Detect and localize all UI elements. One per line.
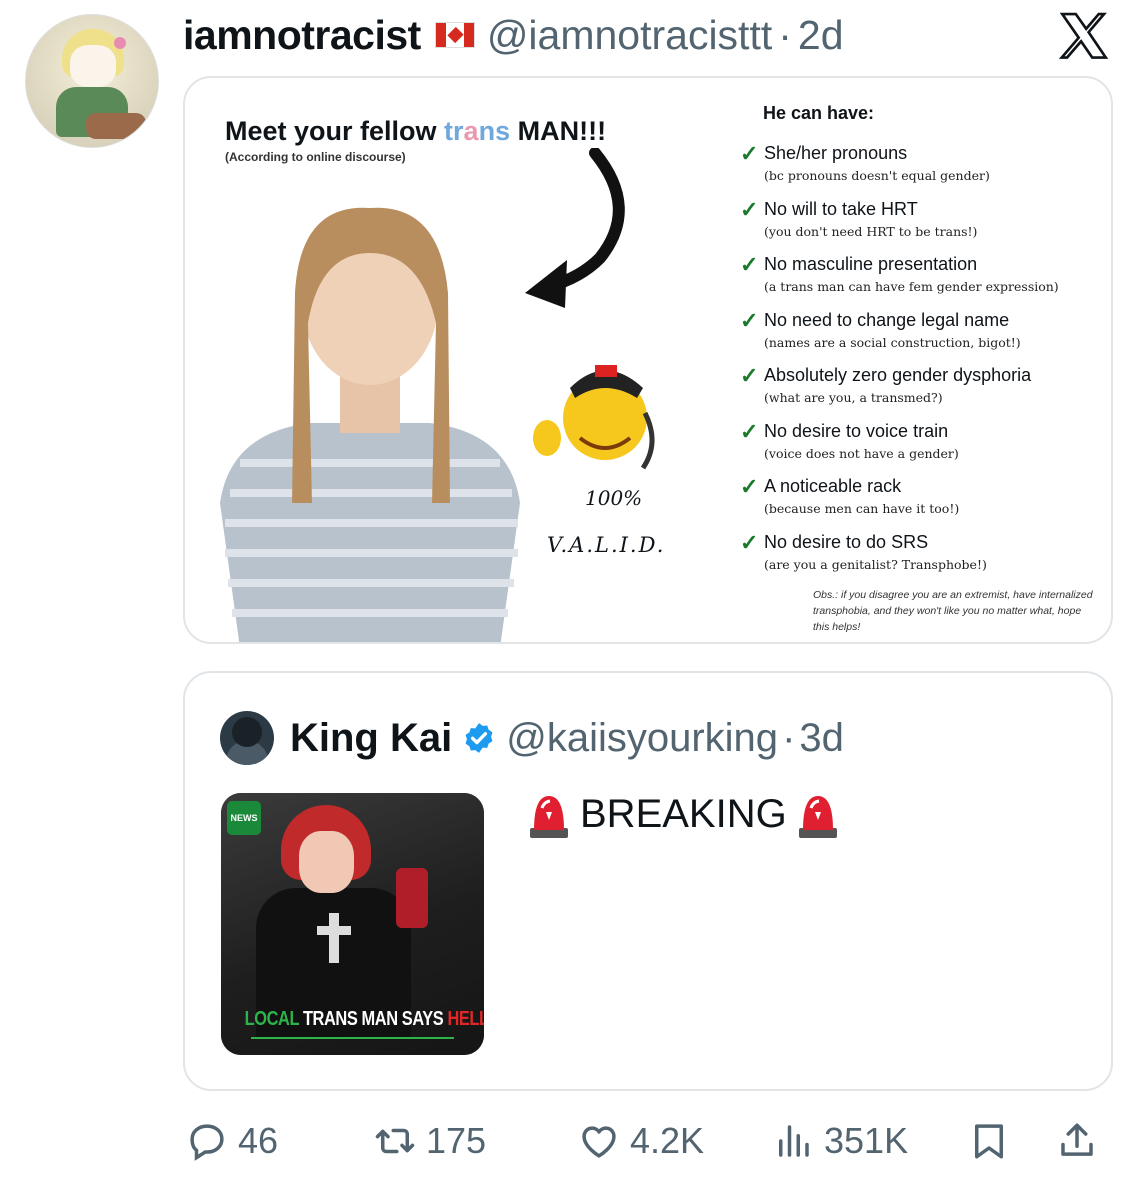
meme-footnote: Obs.: if you disagree you are an extremi…	[813, 589, 1093, 633]
views-button[interactable]: 351K	[772, 1115, 908, 1167]
canada-flag-icon	[434, 22, 475, 48]
list-item: ✓ No need to change legal name (names are …	[740, 307, 1021, 350]
quote-author-avatar[interactable]	[220, 711, 274, 765]
like-button[interactable]: 4.2K	[578, 1115, 704, 1167]
share-icon	[1061, 1123, 1093, 1156]
author-handle[interactable]: @iamnotracisttt	[487, 12, 772, 59]
repost-count: 175	[426, 1120, 487, 1161]
list-item: ✓ Absolutely zero gender dysphoria (what a…	[740, 363, 1032, 405]
share-button[interactable]	[1056, 1115, 1108, 1167]
author-name[interactable]: iamnotracist	[183, 12, 421, 59]
list-item: ✓ No masculine presentation (a trans man c…	[740, 252, 1059, 294]
heart-icon	[582, 1126, 616, 1158]
separator-dot: ·	[778, 11, 792, 58]
avatar-legs	[86, 113, 146, 139]
x-logo-icon[interactable]	[1055, 8, 1113, 66]
valid-emoji-icon	[533, 365, 655, 470]
reply-icon	[190, 1124, 224, 1161]
post-image[interactable]: Meet your fellow trans MAN!!! (According…	[183, 76, 1113, 644]
check-icon: ✓	[740, 529, 759, 555]
siren-icon	[530, 796, 568, 838]
avatar-face	[70, 45, 116, 87]
quote-author-handle[interactable]: @kaiisyourking	[506, 716, 778, 761]
check-icon: ✓	[740, 363, 759, 388]
repost-button[interactable]: 175	[374, 1115, 486, 1167]
action-bar: 46 175 4.2K 351K	[186, 1115, 1116, 1167]
check-icon: ✓	[740, 196, 759, 222]
post-time[interactable]: 2d	[798, 12, 844, 59]
quote-text-label: BREAKING	[580, 791, 787, 836]
meme-title: Meet your fellow trans MAN!!!	[225, 116, 607, 146]
reply-button[interactable]: 46	[186, 1115, 278, 1167]
meme-subtitle: (According to online discourse)	[225, 150, 406, 164]
valid-percentage: 100%	[585, 486, 643, 510]
like-count: 4.2K	[630, 1120, 705, 1161]
list-item: ✓ No desire to voice train (voice does not…	[740, 418, 959, 461]
quote-author-name[interactable]: King Kai	[290, 716, 452, 761]
quote-thumbnail[interactable]: NEWS LOCAL TRANS MAN SAYS HELLO	[221, 793, 484, 1055]
quoted-post[interactable]: King Kai @kaiisyourking · 3d NEWS LOCAL …	[183, 671, 1113, 1091]
thumbnail-caption: LOCAL TRANS MAN SAYS HELLO	[244, 1008, 484, 1030]
list-heading: He can have:	[763, 103, 875, 123]
meme-person-illustration	[220, 207, 520, 642]
bookmark-icon	[975, 1124, 1003, 1159]
avatar-flower	[114, 37, 126, 49]
siren-icon	[798, 796, 837, 838]
quote-header: King Kai @kaiisyourking · 3d	[290, 713, 844, 763]
list-item: ✓ No desire to do SRS (are you a genitalis…	[740, 529, 987, 572]
bookmark-button[interactable]	[968, 1115, 1020, 1167]
news-badge: NEWS	[227, 801, 261, 835]
post-header: iamnotracist @iamnotracisttt · 2d	[183, 10, 844, 60]
check-list: ✓ She/her pronouns (bc pronouns doesn't eq…	[740, 140, 1110, 584]
list-item: ✓ A noticeable rack (because men can have …	[740, 474, 960, 516]
list-item: ✓ No will to take HRT (you don't need HRT …	[740, 196, 978, 239]
check-icon: ✓	[740, 307, 759, 333]
valid-word: V.A.L.I.D.	[547, 533, 666, 557]
reply-count: 46	[238, 1120, 279, 1161]
author-avatar[interactable]	[25, 14, 159, 148]
views-icon	[779, 1125, 809, 1157]
check-icon: ✓	[740, 474, 759, 499]
views-count: 351K	[824, 1120, 909, 1161]
check-icon: ✓	[740, 141, 759, 166]
separator-dot: ·	[782, 715, 796, 760]
repost-icon	[375, 1128, 415, 1154]
verified-badge-icon	[465, 723, 493, 753]
check-icon: ✓	[740, 252, 759, 277]
quote-time[interactable]: 3d	[799, 716, 844, 761]
list-item: ✓ She/her pronouns (bc pronouns doesn't eq…	[740, 141, 990, 183]
quote-text: BREAKING	[518, 788, 849, 840]
check-icon: ✓	[740, 418, 759, 444]
arrow-icon	[525, 148, 625, 308]
